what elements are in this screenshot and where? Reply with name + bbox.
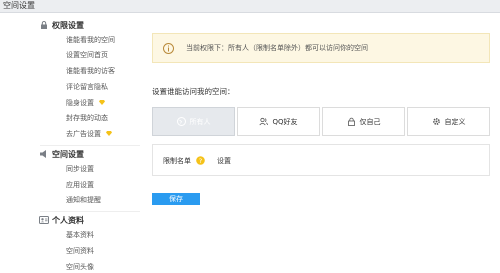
sidebar-item-space-avatar[interactable]: 空间头像 [66, 262, 94, 273]
restriction-panel: 限制名单 ? 设置 [152, 144, 490, 176]
option-label: 自定义 [444, 117, 466, 126]
sidebar-item-apps[interactable]: 应用设置 [66, 180, 94, 191]
option-label: 所有人 [189, 117, 211, 126]
sidebar-item-archive-feed[interactable]: 封存我的动态 [66, 113, 108, 124]
main-content: 当前权限下：所有人（限制名单除外）都可以访问你的空间 设置谁能访问我的空间： 所… [140, 13, 500, 272]
option-label: QQ好友 [272, 117, 298, 126]
question-icon[interactable]: ? [196, 156, 205, 165]
sidebar-group-space-settings: 空间设置 [40, 148, 84, 160]
sidebar-item-basic-profile[interactable]: 基本资料 [66, 230, 94, 241]
svg-text:?: ? [199, 157, 202, 165]
sidebar-item-label: 隐身设置 [66, 99, 94, 107]
notice-text: 当前权限下：所有人（限制名单除外）都可以访问你的空间 [186, 44, 368, 52]
restriction-label: 限制名单 [163, 157, 191, 165]
option-only-me[interactable]: 仅自己 [322, 107, 405, 136]
lock-icon [347, 117, 355, 126]
gear-icon [432, 118, 440, 125]
sidebar-item-ad-removal[interactable]: 去广告设置 [66, 129, 113, 140]
sidebar-item-comment-privacy[interactable]: 评论留言隐私 [66, 82, 108, 93]
option-qq-friends[interactable]: QQ好友 [237, 107, 320, 136]
sidebar-group-permissions: 权限设置 [41, 19, 84, 31]
sidebar-item-invisible[interactable]: 隐身设置 [66, 98, 106, 109]
sidebar-group-profile: 个人资料 [39, 214, 84, 226]
window-title: 空间设置 [3, 1, 35, 10]
diamond-icon [106, 131, 113, 136]
window-title-bar: 空间设置 [0, 0, 500, 13]
sidebar: 权限设置 谁能看我的空间 设置空间首页 谁能看我的访客 评论留言隐私 隐身设置 … [0, 13, 140, 272]
info-icon [163, 43, 174, 54]
sidebar-divider [40, 211, 140, 212]
permission-notice: 当前权限下：所有人（限制名单除外）都可以访问你的空间 [152, 33, 490, 63]
friends-icon [259, 117, 269, 126]
save-button[interactable]: 保存 [152, 193, 200, 205]
sidebar-item-notifications[interactable]: 通知和提醒 [66, 195, 101, 206]
sidebar-divider [40, 145, 140, 146]
sidebar-item-space-profile[interactable]: 空间资料 [66, 246, 94, 257]
sidebar-group-title: 个人资料 [52, 215, 84, 225]
sidebar-group-title: 权限设置 [52, 20, 84, 30]
lock-icon [41, 21, 47, 29]
option-label: 仅自己 [359, 117, 381, 126]
sidebar-item-sync[interactable]: 同步设置 [66, 164, 94, 175]
speaker-icon [40, 150, 46, 158]
sidebar-item-set-homepage[interactable]: 设置空间首页 [66, 50, 108, 61]
diamond-icon [99, 100, 106, 105]
sidebar-item-who-can-see-visitors[interactable]: 谁能看我的访客 [66, 66, 115, 77]
option-custom[interactable]: 自定义 [407, 107, 490, 136]
restriction-settings-link[interactable]: 设置 [217, 156, 231, 166]
sidebar-item-who-can-view[interactable]: 谁能看我的空间 [66, 35, 115, 46]
person-card-icon [39, 216, 49, 224]
sidebar-item-label: 去广告设置 [66, 130, 101, 138]
sidebar-group-title: 空间设置 [52, 149, 84, 159]
globe-icon [176, 117, 186, 126]
section-label: 设置谁能访问我的空间： [152, 87, 235, 96]
option-everyone[interactable]: 所有人 [152, 107, 235, 136]
